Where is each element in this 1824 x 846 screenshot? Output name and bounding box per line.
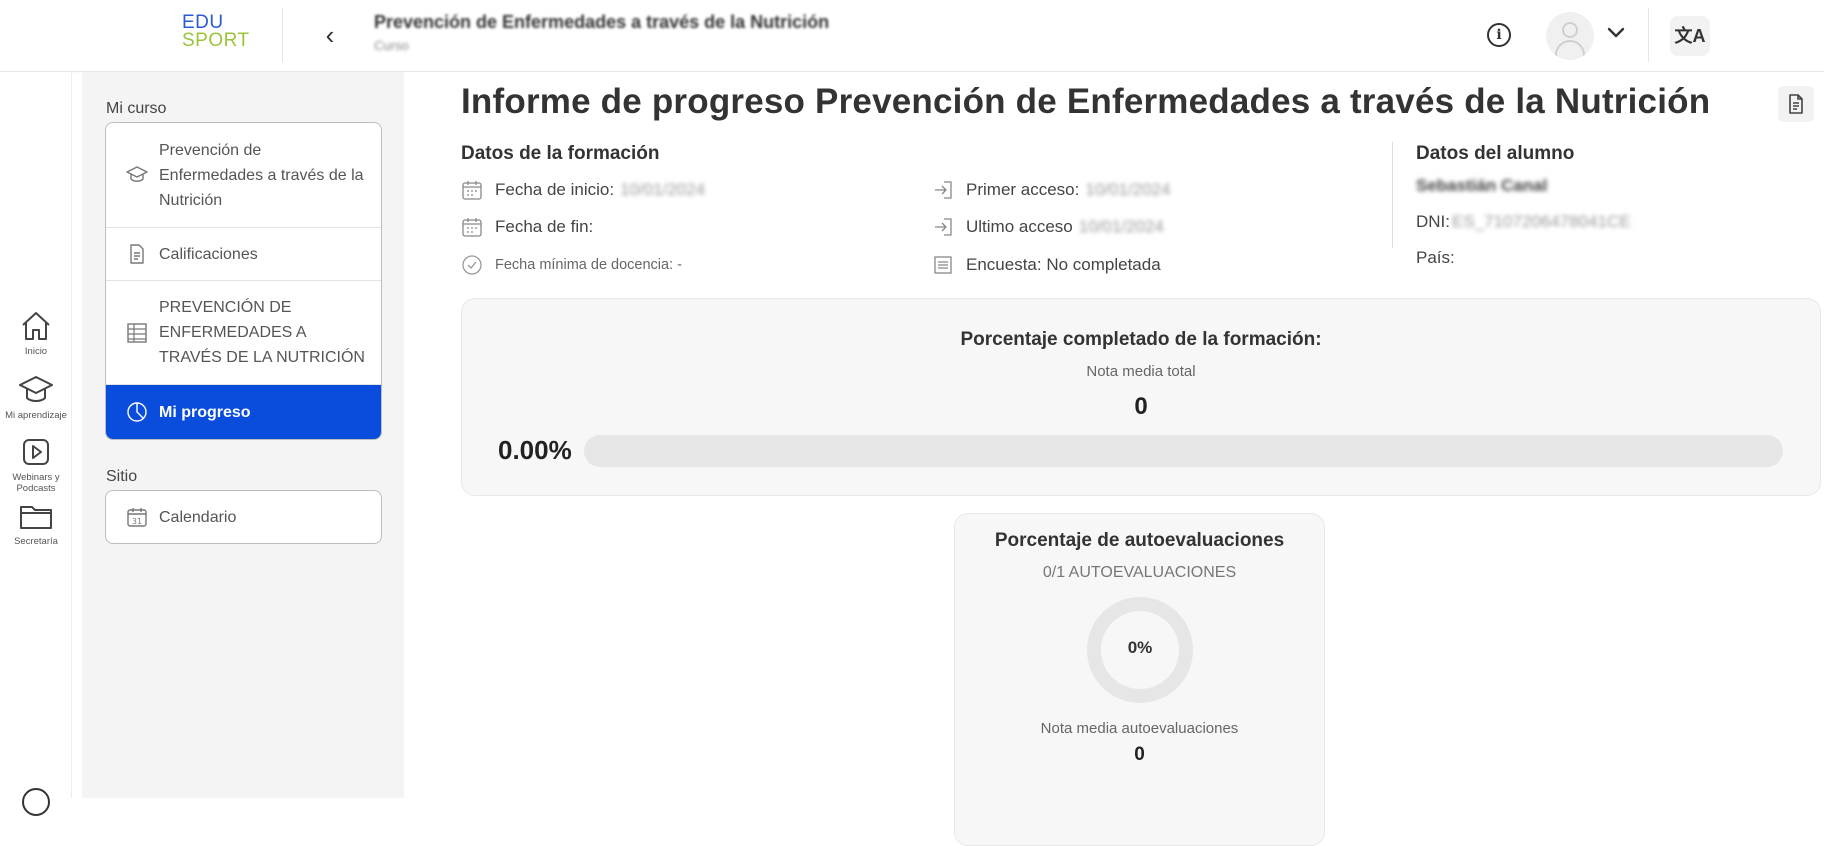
nav-item-inicio[interactable]: Inicio [0,308,72,357]
nav-label: Mi aprendizaje [5,410,67,421]
logo-line-2: SPORT [182,30,250,51]
completion-avg-label: Nota media total [1086,363,1196,380]
top-bar: EDU SPORT ‹ Prevención de Enfermedades a… [0,0,1824,72]
menu-item-course-content[interactable]: PREVENCIÓN DE ENFERMEDADES A TRAVÉS DE L… [106,281,381,385]
selfeval-title: Porcentaje de autoevaluaciones [994,530,1285,551]
menu-item-label: Calendario [159,508,237,526]
course-subtitle: Curso [374,38,409,53]
menu-item-label: Prevención de Enfermedades a través de l… [159,141,364,209]
calendar-icon: 31 [127,508,147,527]
document-icon [1789,94,1803,114]
calendar-day: 31 [132,517,142,526]
section-label-mi-curso: Mi curso [106,100,167,117]
folder-icon [20,506,52,529]
start-date-value: 10/01/2024 [620,180,706,199]
min-date-field: Fecha mínima de docencia: - [461,254,682,276]
student-name: Sebastián Canal [1416,176,1548,195]
info-icon[interactable]: i [1487,23,1511,47]
dni-field: DNI: ES_7107206478041CE [1416,212,1631,232]
grid-list-icon [127,322,147,343]
menu-item-label: Mi progreso [159,403,251,421]
survey-label: Encuesta: No completada [966,255,1161,274]
first-access-value: 10/01/2024 [1085,180,1171,199]
selfeval-count: 0/1 AUTOEVALUACIONES [1042,564,1237,581]
menu-item-course-home[interactable]: Prevención de Enfermedades a través de l… [106,123,381,228]
login-icon [935,181,952,199]
completion-avg-value: 0 [1134,393,1148,420]
header-divider [1648,8,1649,62]
menu-item-label: PREVENCIÓN DE ENFERMEDADES A TRAVÉS DE L… [159,299,365,366]
dni-value: ES_7107206478041CE [1452,212,1631,231]
edusport-logo[interactable]: EDU SPORT [182,13,260,54]
menu-item-mi-progreso[interactable]: Mi progreso [106,385,381,439]
completion-percent: 0.00% [498,435,572,465]
last-access-value: 10/01/2024 [1078,217,1164,236]
course-title: Prevención de Enfermedades a través de l… [374,12,830,32]
list-icon [934,256,952,274]
selfeval-card: Porcentaje de autoevaluaciones 0/1 AUTOE… [954,513,1325,846]
end-date-field: Fecha de fin: [461,216,593,238]
last-access-label: Ultimo acceso [966,217,1073,236]
site-menu: 31 Calendario [105,490,382,544]
calendar-icon [462,218,482,237]
selfeval-avg-value: 0 [1134,744,1145,765]
section-divider [1392,142,1393,248]
left-nav: Inicio Mi aprendizaje Webinars y Podcast… [0,72,72,816]
chevron-down-icon[interactable] [1604,20,1628,44]
country-label: País: [1416,248,1455,267]
student-heading: Datos del alumno [1416,143,1575,164]
nav-item-mi-aprendizaje[interactable]: Mi aprendizaje [0,372,72,421]
nav-label: Secretaría [14,536,58,547]
training-heading: Datos de la formación [461,143,660,164]
graduation-cap-icon [19,376,53,402]
section-label-sitio: Sitio [106,468,138,485]
user-avatar-icon[interactable] [1546,12,1594,60]
nav-item-secretaria[interactable]: Secretaría [0,498,72,547]
first-access-label: Primer acceso: [966,180,1080,199]
back-button[interactable]: ‹ [316,20,344,52]
end-date-label: Fecha de fin: [495,217,594,236]
translate-icon[interactable]: 文A [1670,16,1710,56]
menu-item-label: Calificaciones [159,245,258,263]
login-icon [935,218,952,236]
graduation-cap-icon [126,166,148,182]
check-circle-icon [462,255,482,275]
home-icon [22,312,50,340]
course-menu: Prevención de Enfermedades a través de l… [105,122,382,440]
completion-progress-bar [584,435,1783,467]
nav-label: Inicio [24,346,48,357]
page-title: Informe de progreso Prevención de Enferm… [461,82,1711,121]
country-field: País: [1416,248,1455,268]
help-icon[interactable] [22,788,50,816]
document-icon [130,244,144,264]
menu-item-calendario[interactable]: 31 Calendario [106,491,381,543]
export-pdf-button[interactable] [1778,86,1814,122]
header-divider [282,8,283,62]
nav-item-webinars[interactable]: Webinars y Podcasts [0,434,72,494]
menu-item-calificaciones[interactable]: Calificaciones [106,228,381,281]
survey-field: Encuesta: No completada [932,254,1161,276]
completion-title: Porcentaje completado de la formación: [960,329,1322,350]
start-date-field: Fecha de inicio: 10/01/2024 [461,179,705,201]
min-date-label: Fecha mínima de docencia: - [495,257,682,273]
selfeval-donut-label: 0% [1127,638,1153,657]
selfeval-avg-label: Nota media autoevaluaciones [1040,720,1239,737]
dni-label: DNI: [1416,212,1450,231]
start-date-label: Fecha de inicio: [495,180,615,199]
pie-chart-icon [127,402,147,422]
last-access-field: Ultimo acceso 10/01/2024 [932,216,1164,238]
first-access-field: Primer acceso: 10/01/2024 [932,179,1170,201]
nav-label: Webinars y Podcasts [12,472,60,494]
completion-card: Porcentaje completado de la formación: N… [461,298,1821,496]
report-main: Informe de progreso Prevención de Enferm… [404,72,1824,846]
play-icon [23,439,49,465]
course-sidebar: Mi curso Prevención de Enfermedades a tr… [82,72,404,798]
calendar-icon [462,181,482,200]
